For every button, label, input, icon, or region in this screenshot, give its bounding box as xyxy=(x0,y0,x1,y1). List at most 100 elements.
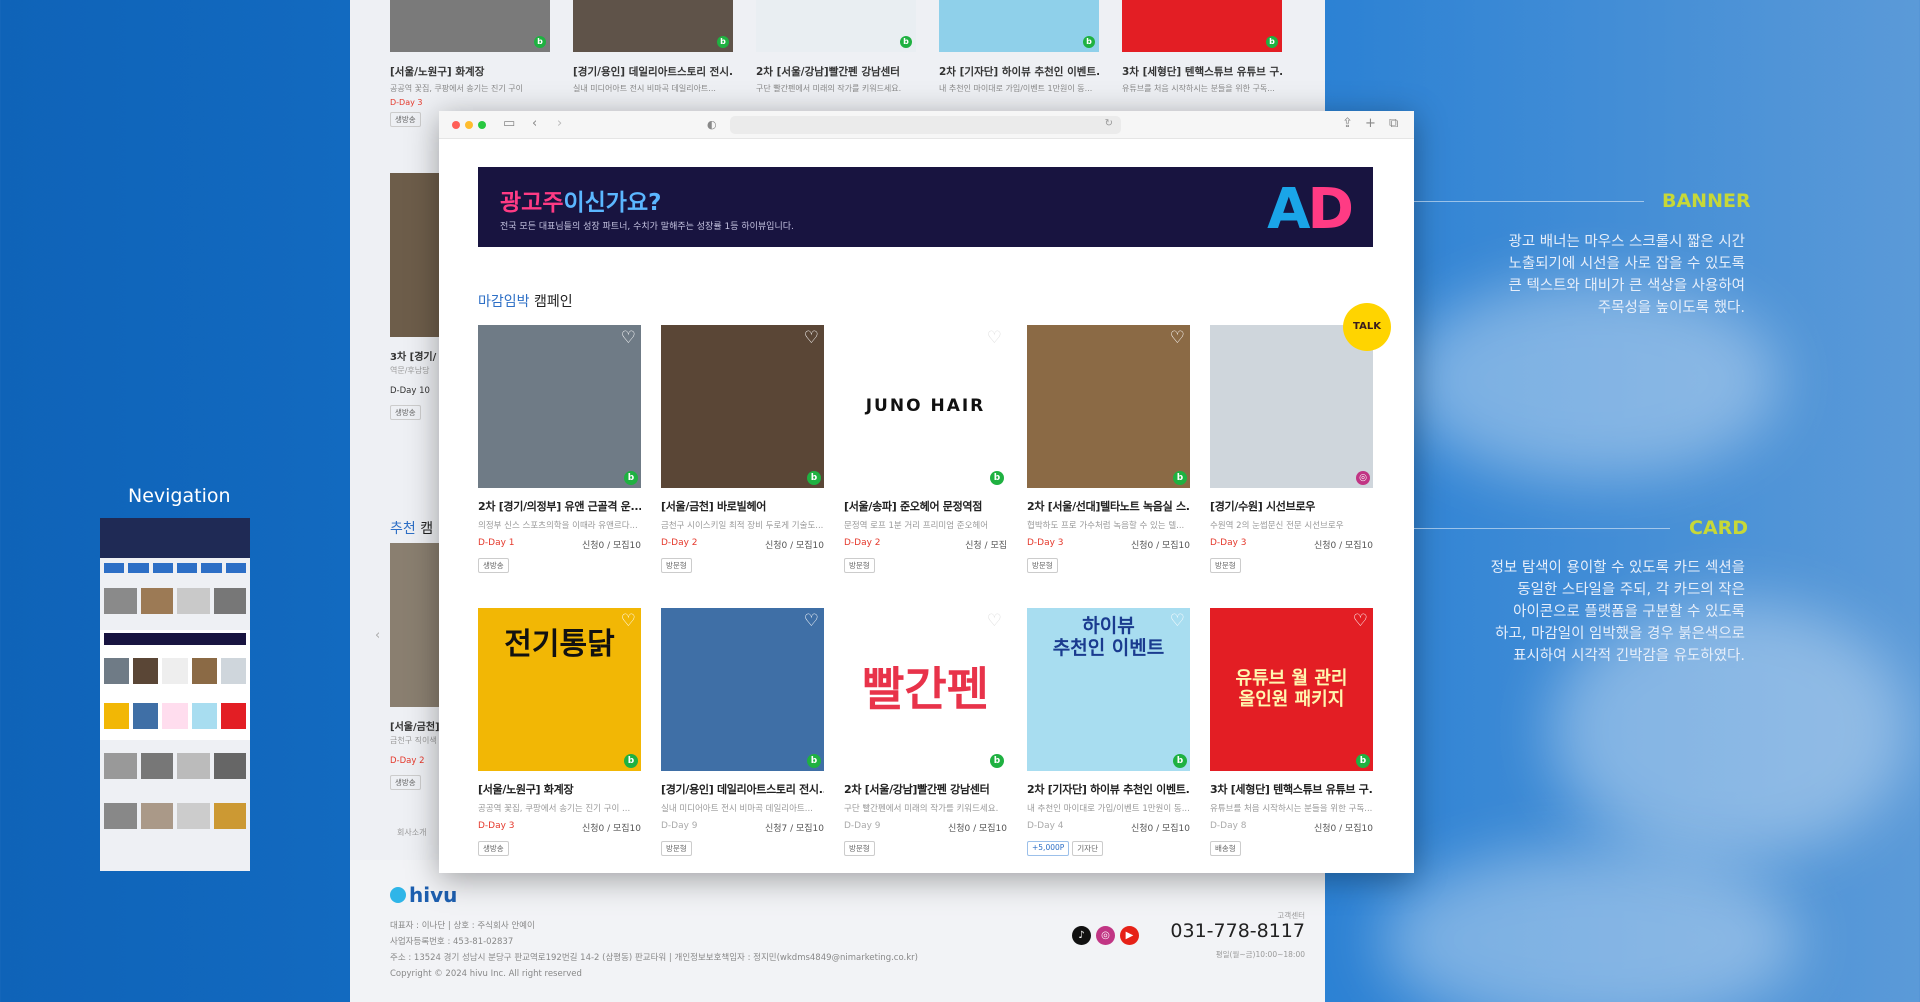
heart-icon[interactable]: ♡ xyxy=(1170,611,1185,631)
share-icon[interactable]: ⇪ xyxy=(1342,116,1353,131)
background-card[interactable]: b 3차 [세형단] 텐핵스튜브 유튜브 구... 유튜브를 처음 시작하시는 분들… xyxy=(1122,0,1282,127)
campaign-image[interactable]: 전기통닭 ♡ b xyxy=(478,608,641,771)
campaign-tags: 방문형 xyxy=(661,841,824,856)
naver-blog-icon: b xyxy=(807,471,821,485)
campaign-image[interactable]: 하이뷰 추천인 이벤트 ♡ b xyxy=(1027,608,1190,771)
campaign-description: 내 추천인 마이대로 가입/이벤트 1만원이 동... xyxy=(1027,804,1190,814)
background-left-snip-tag: 생방송 xyxy=(390,775,421,790)
campaign-image[interactable]: ♡ b xyxy=(661,608,824,771)
applicant-count: 신청7 / 모집10 xyxy=(764,824,824,834)
card-annotation-title: CARD xyxy=(1689,517,1749,539)
campaign-image[interactable]: ♡◎ xyxy=(1210,325,1373,488)
forward-icon[interactable]: › xyxy=(557,116,562,131)
campaign-card[interactable]: ♡ b 2차 [경기/의정부] 유앤 근골격 운... 의정부 신스 스포츠의학을 이… xyxy=(478,325,641,573)
campaign-title[interactable]: [경기/수원] 시선브로우 xyxy=(1210,498,1373,514)
campaign-description: 실내 미디어아트 전시 비마곡 데일리아트... xyxy=(661,804,813,814)
campaign-card[interactable]: ♡◎ [경기/수원] 시선브로우수원역 2의 눈썹문신 전문 시선브로우 D-Day… xyxy=(1210,303,1391,573)
footer-logo[interactable]: hivu xyxy=(390,883,457,907)
campaign-card[interactable]: 하이뷰 추천인 이벤트 ♡ b 2차 [기자단] 하이뷰 추천인 이벤트... 내 추천… xyxy=(1027,608,1190,856)
heart-icon[interactable]: ♡ xyxy=(804,611,819,631)
background-card[interactable]: b 2차 [서울/강남]빨간펜 강남센터 구단 빨간펜에서 미래의 작가를 키워드세… xyxy=(756,0,916,127)
ad-banner[interactable]: 광고주이신가요? 전국 모든 대표님들의 성장 파트너, 수치가 말해주는 성장… xyxy=(478,167,1373,247)
address-bar[interactable]: ↻ xyxy=(730,116,1121,134)
new-tab-icon[interactable]: + xyxy=(1365,116,1376,131)
minimize-window-icon[interactable] xyxy=(465,121,473,129)
heart-icon[interactable]: ♡ xyxy=(1353,611,1368,631)
youtube-icon[interactable]: ▶ xyxy=(1120,926,1139,945)
campaign-card[interactable]: ♡ b [서울/금천] 바로빌헤어 금천구 시이스키일 최적 장비 두로게 기술도..… xyxy=(661,325,824,573)
campaign-description: 문정역 로프 1분 거리 프리미엄 준오헤어 xyxy=(844,521,989,531)
campaign-card[interactable]: 유튜브 월 관리 올인원 패키지 ♡ b 3차 [세형단] 텐핵스튜브 유튜브 구..… xyxy=(1210,608,1373,856)
background-card[interactable]: b [경기/용인] 데일리아트스토리 전시... 실내 미디어아트 전시 비마곡 데… xyxy=(573,0,733,127)
naver-blog-icon: b xyxy=(1083,36,1095,48)
reload-icon[interactable]: ↻ xyxy=(1105,118,1113,129)
d-day-badge: D-Day 3 xyxy=(478,821,515,831)
annotation-line-text: 주목성을 높이도록 했다. xyxy=(1597,300,1745,316)
campaign-title[interactable]: [서울/송파] 준오헤어 문정역점 xyxy=(844,498,1007,514)
kakao-talk-button[interactable]: TALK xyxy=(1343,303,1391,351)
tiktok-icon[interactable]: ♪ xyxy=(1072,926,1091,945)
d-day-badge: D-Day 2 xyxy=(844,538,881,548)
background-card[interactable]: b [서울/노원구] 화계장 공공역 꽃집, 쿠팡에서 송기는 진기 구이 D-Day… xyxy=(390,0,550,127)
campaign-card[interactable]: 전기통닭 ♡ b [서울/노원구] 화계장 공공역 꽃집, 쿠팡에서 송기는 진기 구이… xyxy=(478,608,641,856)
ad-logo: AD xyxy=(1267,177,1354,242)
navigation-thumbnail xyxy=(100,518,250,871)
campaign-image-label: 전기통닭 xyxy=(504,627,615,662)
campaign-meta: D-Day 3 신청0 / 모집10 xyxy=(478,821,641,834)
campaign-meta: D-Day 3 신청0 / 모집10 xyxy=(1027,538,1190,551)
background-card-title: [경기/용인] 데일리아트스토리 전시... xyxy=(573,66,733,78)
heart-icon[interactable]: ♡ xyxy=(621,328,636,348)
campaign-title[interactable]: 2차 [경기/의정부] 유앤 근골격 운... xyxy=(478,498,641,514)
footer-link-company[interactable]: 회사소개 xyxy=(397,827,426,838)
section-title: 마감임박 캠페인 xyxy=(478,291,573,311)
campaign-title[interactable]: [경기/용인] 데일리아트스토리 전시... xyxy=(661,781,824,797)
heart-icon[interactable]: ♡ xyxy=(804,328,819,348)
campaign-card[interactable]: ♡ b 2차 [서울/선대]텔타노트 녹음실 스... 협박하도 프로 가수처럼 녹음… xyxy=(1027,325,1190,573)
close-window-icon[interactable] xyxy=(452,121,460,129)
heart-icon[interactable]: ♡ xyxy=(987,611,1002,631)
sidebar-icon[interactable]: ▭ xyxy=(503,116,515,131)
campaign-card[interactable]: 빨간펜 ♡ b 2차 [서울/강남]빨간펜 강남센터 구단 빨간펜에서 미래의 작가를 … xyxy=(844,608,1007,856)
campaign-title[interactable]: 3차 [세형단] 텐핵스튜브 유튜브 구... xyxy=(1210,781,1373,797)
carousel-left-arrow[interactable]: ‹ xyxy=(375,628,380,643)
campaign-type-tag: 방문형 xyxy=(844,841,875,856)
campaign-tags: 생방송 xyxy=(478,841,641,856)
campaign-title[interactable]: [서울/금천] 바로빌헤어 xyxy=(661,498,824,514)
annotation-line-text: 노출되기에 시선을 사로 잡을 수 있도록 xyxy=(1508,256,1745,272)
d-day-badge: D-Day 8 xyxy=(1210,821,1247,831)
maximize-window-icon[interactable] xyxy=(478,121,486,129)
heart-icon[interactable]: ♡ xyxy=(621,611,636,631)
footer-line: Copyright © 2024 hivu Inc. All right res… xyxy=(390,969,582,979)
campaign-image[interactable]: ♡ b xyxy=(661,325,824,488)
campaign-title[interactable]: 2차 [서울/선대]텔타노트 녹음실 스... xyxy=(1027,498,1190,514)
applicant-count: 신청0 / 모집10 xyxy=(1313,824,1373,834)
campaign-image[interactable]: ♡ b xyxy=(1027,325,1190,488)
applicant-count: 신청0 / 모집10 xyxy=(764,541,824,551)
back-icon[interactable]: ‹ xyxy=(532,116,537,131)
heart-icon[interactable]: ♡ xyxy=(987,328,1002,348)
instagram-icon[interactable]: ◎ xyxy=(1096,926,1115,945)
d-day-badge: D-Day 1 xyxy=(478,538,515,548)
campaign-image[interactable]: JUNO HAIR ♡ b xyxy=(844,325,1007,488)
campaign-title[interactable]: 2차 [서울/강남]빨간펜 강남센터 xyxy=(844,781,1007,797)
background-card[interactable]: b 2차 [기자단] 하이뷰 추천인 이벤트... 내 추천인 마이대로 가입/이벤… xyxy=(939,0,1099,127)
campaign-card[interactable]: JUNO HAIR ♡ b [서울/송파] 준오헤어 문정역점문정역 로프 1분 거리… xyxy=(844,325,1007,573)
ad-logo-a: A xyxy=(1267,177,1310,242)
campaign-description: 유튜브를 처음 시작하시는 분들을 위한 구독... xyxy=(1210,804,1373,814)
campaign-image[interactable]: ♡ b xyxy=(478,325,641,488)
campaign-image[interactable]: 유튜브 월 관리 올인원 패키지 ♡ b xyxy=(1210,608,1373,771)
heart-icon[interactable]: ♡ xyxy=(1170,328,1185,348)
tabs-overview-icon[interactable]: ⧉ xyxy=(1389,116,1398,131)
campaign-image[interactable]: 빨간펜 ♡ b xyxy=(844,608,1007,771)
annotation-line-text: 동일한 스타일을 주되, 각 카드의 작은 xyxy=(1517,582,1745,598)
campaign-card[interactable]: ♡ b [경기/용인] 데일리아트스토리 전시... 실내 미디어아트 전시 비마곡 … xyxy=(661,608,824,856)
naver-blog-icon: b xyxy=(717,36,729,48)
campaign-title[interactable]: [서울/노원구] 화계장 xyxy=(478,781,641,797)
background-card-tag: 생방송 xyxy=(390,112,421,127)
campaign-type-tag: 기자단 xyxy=(1072,841,1103,856)
background-card-title: 3차 [세형단] 텐핵스튜브 유튜브 구... xyxy=(1122,66,1282,78)
campaign-title[interactable]: 2차 [기자단] 하이뷰 추천인 이벤트... xyxy=(1027,781,1190,797)
card-annotation-line xyxy=(1414,528,1670,529)
campaign-description: 의정부 신스 스포츠의학을 이때라 유앤르다... xyxy=(478,521,638,531)
card-annotation-text: 정보 탐색이 용이할 수 있도록 카드 섹션을 동일한 스타일을 주되, 각 카드… xyxy=(1491,557,1745,667)
